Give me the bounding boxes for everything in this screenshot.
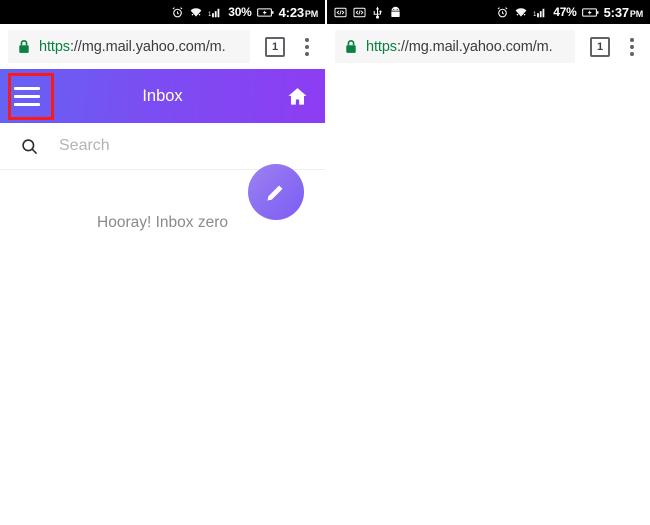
lock-icon xyxy=(19,40,29,53)
left-status-bar-system: 1 30% 4:23PM xyxy=(171,6,318,19)
search-icon xyxy=(22,138,38,154)
wifi-icon xyxy=(190,7,202,17)
right-phone-screenshot: 1 47% 5:37PM https://mg.mail.yahoo.com/m… xyxy=(325,0,650,525)
status-time: 4:23PM xyxy=(278,4,319,20)
android-robot-icon xyxy=(391,6,400,17)
address-bar-text: https://mg.mail.yahoo.com/m. xyxy=(366,38,553,55)
alarm-icon xyxy=(172,6,183,17)
battery-charging-icon xyxy=(581,7,599,17)
wifi-icon xyxy=(515,7,527,17)
left-mail-app: Inbox Search Hooray! Inbox zero xyxy=(0,69,325,232)
left-status-bar: 1 30% 4:23PM xyxy=(0,0,325,24)
usb-icon xyxy=(373,6,382,19)
left-app-bar: Inbox xyxy=(0,69,325,123)
right-browser-toolbar: https://mg.mail.yahoo.com/m. 1 xyxy=(327,24,650,69)
right-status-bar-notifications xyxy=(334,6,496,19)
kebab-menu-icon[interactable] xyxy=(298,37,316,56)
right-status-bar: 1 47% 5:37PM xyxy=(327,0,650,24)
signal-bars-icon: 1 xyxy=(533,8,545,17)
tab-counter-button[interactable]: 1 xyxy=(265,36,285,57)
hamburger-menu-icon[interactable] xyxy=(14,86,40,106)
status-time: 5:37PM xyxy=(603,4,644,20)
left-phone-screenshot: 1 30% 4:23PM https://mg.mail.yahoo.com/m… xyxy=(0,0,325,525)
battery-percent: 47% xyxy=(553,5,577,19)
address-bar[interactable]: https://mg.mail.yahoo.com/m. xyxy=(8,30,250,63)
search-input-placeholder: Search xyxy=(59,137,110,154)
debug-code-icon xyxy=(353,7,366,17)
right-status-bar-system: 1 47% 5:37PM xyxy=(496,6,643,19)
search-bar[interactable]: Search xyxy=(0,123,325,170)
battery-percent: 30% xyxy=(228,5,252,19)
signal-bars-icon: 1 xyxy=(208,8,220,17)
page-title: Inbox xyxy=(142,86,183,105)
svg-text:1: 1 xyxy=(533,10,537,17)
alarm-icon xyxy=(497,6,508,17)
lock-icon xyxy=(346,40,356,53)
left-browser-toolbar: https://mg.mail.yahoo.com/m. 1 xyxy=(0,24,325,69)
screenshot-stage: 1 30% 4:23PM https://mg.mail.yahoo.com/m… xyxy=(0,0,650,525)
svg-text:1: 1 xyxy=(208,10,212,17)
address-bar[interactable]: https://mg.mail.yahoo.com/m. xyxy=(335,30,575,63)
kebab-menu-icon[interactable] xyxy=(623,37,641,56)
debug-code-icon xyxy=(334,7,347,17)
home-icon[interactable] xyxy=(286,85,309,108)
battery-charging-icon xyxy=(256,7,274,17)
compose-pencil-icon xyxy=(267,185,283,201)
compose-fab-button[interactable] xyxy=(248,164,304,220)
tab-counter-button[interactable]: 1 xyxy=(590,36,610,57)
address-bar-text: https://mg.mail.yahoo.com/m. xyxy=(39,38,226,55)
